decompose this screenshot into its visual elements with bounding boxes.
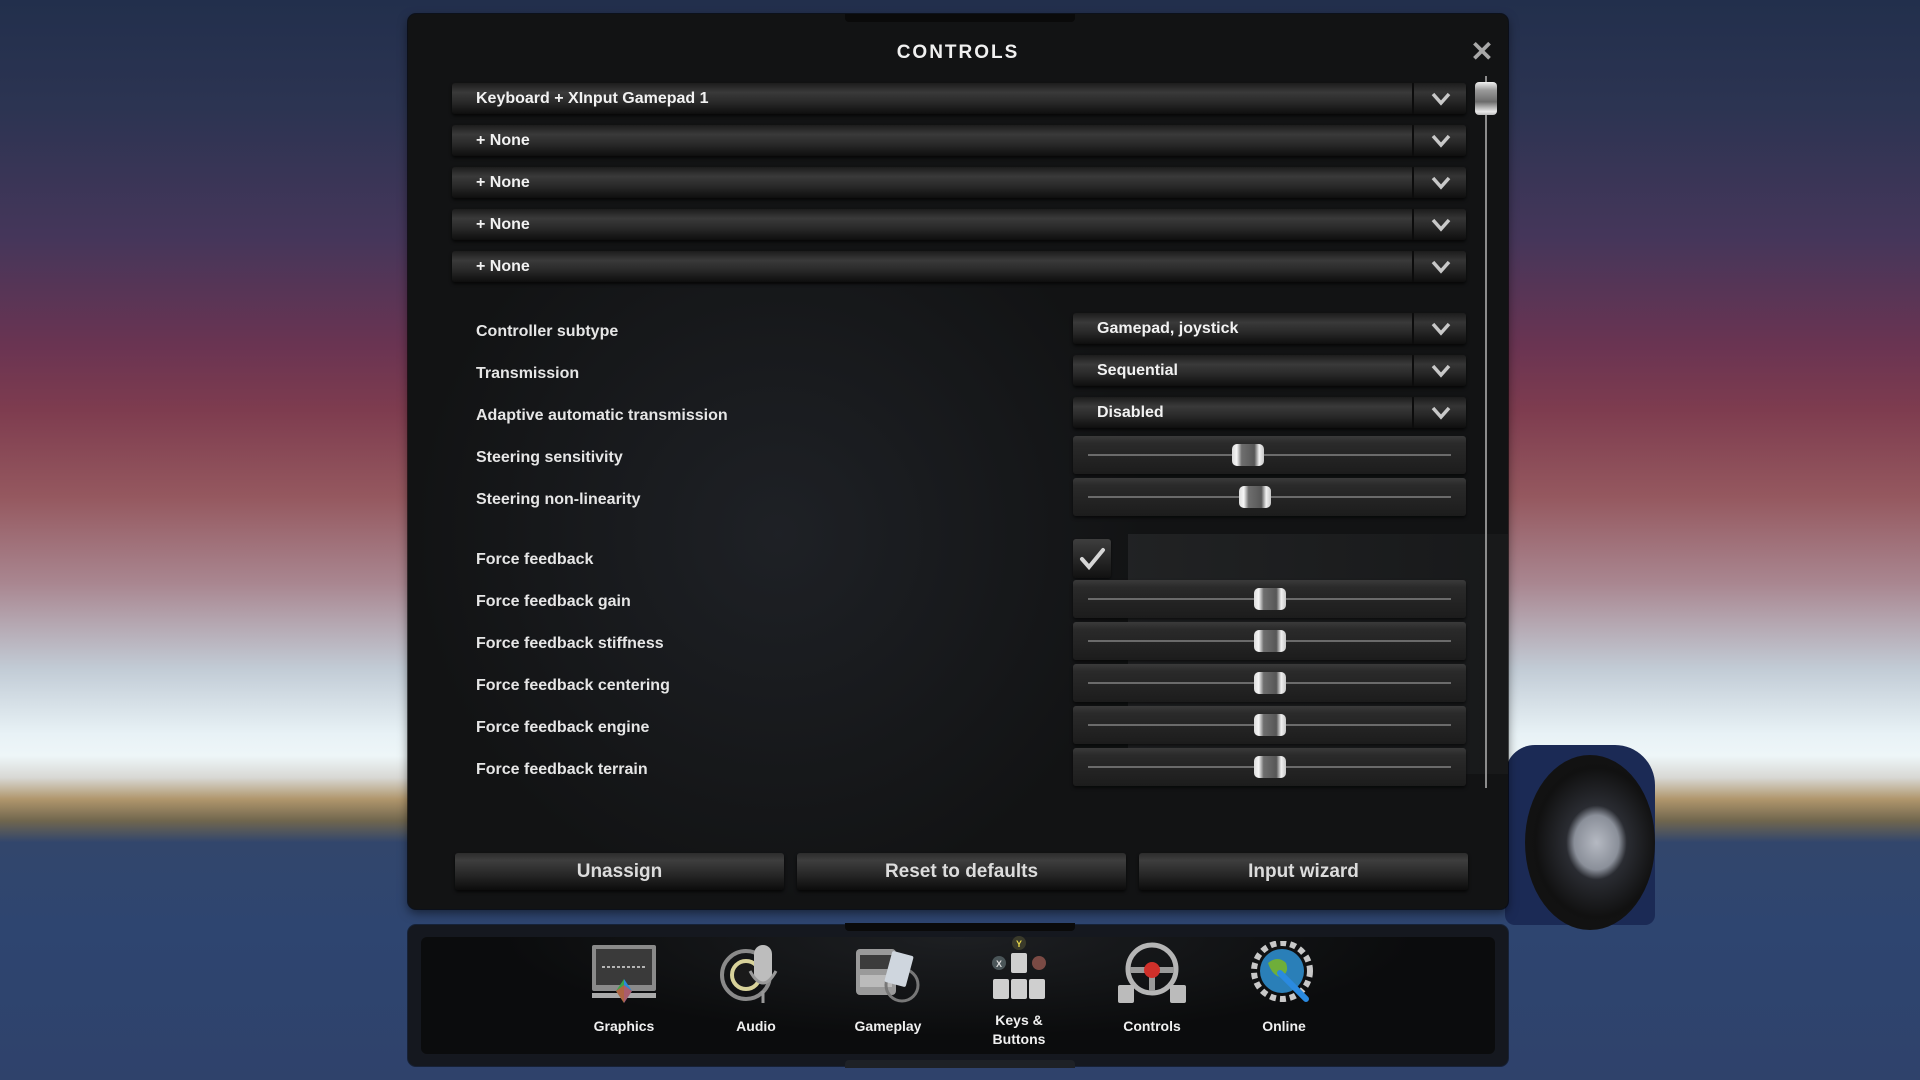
unassign-button[interactable]: Unassign — [455, 853, 784, 890]
nav-gameplay[interactable]: Gameplay — [833, 941, 943, 1036]
input-wizard-button[interactable]: Input wizard — [1139, 853, 1468, 890]
nav-label-line1: Keys & — [995, 1012, 1043, 1028]
device-profile-dropdown-2[interactable]: + None — [452, 125, 1466, 156]
chevron-down-icon — [1431, 364, 1451, 378]
dropdown-toggle[interactable] — [1412, 167, 1466, 198]
checkmark-icon — [1080, 548, 1105, 571]
ff-stiffness-label: Force feedback stiffness — [476, 635, 664, 652]
ff-stiffness-slider[interactable] — [1073, 622, 1466, 660]
ff-gain-label: Force feedback gain — [476, 593, 631, 610]
transmission-label: Transmission — [476, 365, 580, 382]
device-profile-dropdown-1[interactable]: Keyboard + XInput Gamepad 1 — [452, 83, 1466, 114]
adaptive-transmission-dropdown[interactable]: Disabled — [1073, 397, 1466, 428]
close-icon: ✕ — [1470, 36, 1494, 67]
reset-defaults-button[interactable]: Reset to defaults — [797, 853, 1126, 890]
svg-text:X: X — [996, 959, 1002, 969]
nav-audio[interactable]: Audio — [701, 941, 811, 1036]
settings-nav-bar: Graphics Audio Gameplay Y X Keys & Butto… — [408, 923, 1508, 1068]
chevron-down-icon — [1431, 218, 1451, 232]
scrollbar-thumb[interactable] — [1475, 82, 1497, 115]
controller-subtype-dropdown[interactable]: Gamepad, joystick — [1073, 313, 1466, 344]
ff-centering-label: Force feedback centering — [476, 677, 670, 694]
nav-label: Online — [1262, 1018, 1306, 1034]
force-feedback-label: Force feedback — [476, 551, 594, 568]
nav-keys-buttons[interactable]: Y X Keys & Buttons — [964, 935, 1074, 1049]
controls-dialog: CONTROLS ✕ Keyboard + XInput Gamepad 1 +… — [408, 14, 1508, 909]
chevron-down-icon — [1431, 406, 1451, 420]
slider-handle[interactable] — [1253, 630, 1286, 652]
ff-engine-label: Force feedback engine — [476, 719, 650, 736]
device-profile-value: + None — [476, 216, 530, 233]
transmission-dropdown[interactable]: Sequential — [1073, 355, 1466, 386]
globe-gear-icon — [1251, 941, 1313, 1002]
close-button[interactable]: ✕ — [1470, 38, 1494, 66]
chevron-down-icon — [1431, 322, 1451, 336]
nav-graphics[interactable]: Graphics — [569, 941, 679, 1036]
slider-track — [1088, 454, 1451, 456]
microphone-speaker-icon — [720, 945, 778, 1003]
steering-sensitivity-slider[interactable] — [1073, 436, 1466, 474]
ff-terrain-slider[interactable] — [1073, 748, 1466, 786]
ff-gain-slider[interactable] — [1073, 580, 1466, 618]
nav-label: Gameplay — [854, 1018, 922, 1034]
ff-terrain-label: Force feedback terrain — [476, 761, 648, 778]
device-profile-value: + None — [476, 132, 530, 149]
device-profile-dropdown-4[interactable]: + None — [452, 209, 1466, 240]
slider-handle[interactable] — [1253, 672, 1286, 694]
nav-label: Graphics — [593, 1018, 655, 1034]
svg-text:Y: Y — [1016, 939, 1022, 949]
slider-handle[interactable] — [1238, 486, 1271, 508]
keys-buttons-icon: Y X — [992, 936, 1046, 999]
dropdown-toggle[interactable] — [1412, 125, 1466, 156]
adaptive-transmission-label: Adaptive automatic transmission — [476, 407, 728, 424]
ff-engine-slider[interactable] — [1073, 706, 1466, 744]
device-profile-dropdown-5[interactable]: + None — [452, 251, 1466, 282]
nav-controls[interactable]: Controls — [1097, 941, 1207, 1036]
controller-subtype-value: Gamepad, joystick — [1097, 320, 1239, 337]
nav-label: Controls — [1123, 1018, 1181, 1034]
nav-online[interactable]: Online — [1229, 941, 1339, 1036]
force-feedback-checkbox[interactable] — [1073, 539, 1111, 578]
steering-wheel-icon — [1118, 942, 1186, 1003]
device-profile-value: + None — [476, 258, 530, 275]
nav-label: Audio — [736, 1018, 776, 1034]
nav-label: Keys & Buttons — [964, 1011, 1074, 1049]
truck-wheel-background — [1525, 755, 1655, 930]
steering-nonlinearity-label: Steering non-linearity — [476, 491, 641, 508]
steering-nonlinearity-slider[interactable] — [1073, 478, 1466, 516]
adaptive-transmission-value: Disabled — [1097, 404, 1164, 421]
slider-handle[interactable] — [1253, 588, 1286, 610]
monitor-icon — [592, 945, 656, 1003]
device-profile-value: + None — [476, 174, 530, 191]
nav-tab-top — [845, 923, 1075, 931]
chevron-down-icon — [1431, 134, 1451, 148]
chevron-down-icon — [1431, 92, 1451, 106]
slider-handle[interactable] — [1253, 714, 1286, 736]
slider-handle[interactable] — [1253, 756, 1286, 778]
slider-handle[interactable] — [1231, 444, 1264, 466]
dropdown-toggle[interactable] — [1412, 355, 1466, 386]
device-profile-value: Keyboard + XInput Gamepad 1 — [476, 90, 709, 107]
chevron-down-icon — [1431, 260, 1451, 274]
dropdown-toggle[interactable] — [1412, 397, 1466, 428]
scrollbar-track[interactable] — [1485, 76, 1487, 788]
dropdown-toggle[interactable] — [1412, 313, 1466, 344]
nav-label-line2: Buttons — [992, 1031, 1046, 1047]
chevron-down-icon — [1431, 176, 1451, 190]
dropdown-toggle[interactable] — [1412, 209, 1466, 240]
steering-sensitivity-label: Steering sensitivity — [476, 449, 623, 466]
dialog-title: CONTROLS — [896, 42, 1020, 63]
ff-centering-slider[interactable] — [1073, 664, 1466, 702]
transmission-value: Sequential — [1097, 362, 1178, 379]
dropdown-toggle[interactable] — [1412, 251, 1466, 282]
title-tab — [845, 14, 1075, 22]
controller-subtype-label: Controller subtype — [476, 323, 619, 340]
nav-tab-bottom — [845, 1060, 1075, 1068]
dropdown-toggle[interactable] — [1412, 83, 1466, 114]
device-profile-dropdown-3[interactable]: + None — [452, 167, 1466, 198]
truck-tablet-icon — [856, 949, 920, 1003]
